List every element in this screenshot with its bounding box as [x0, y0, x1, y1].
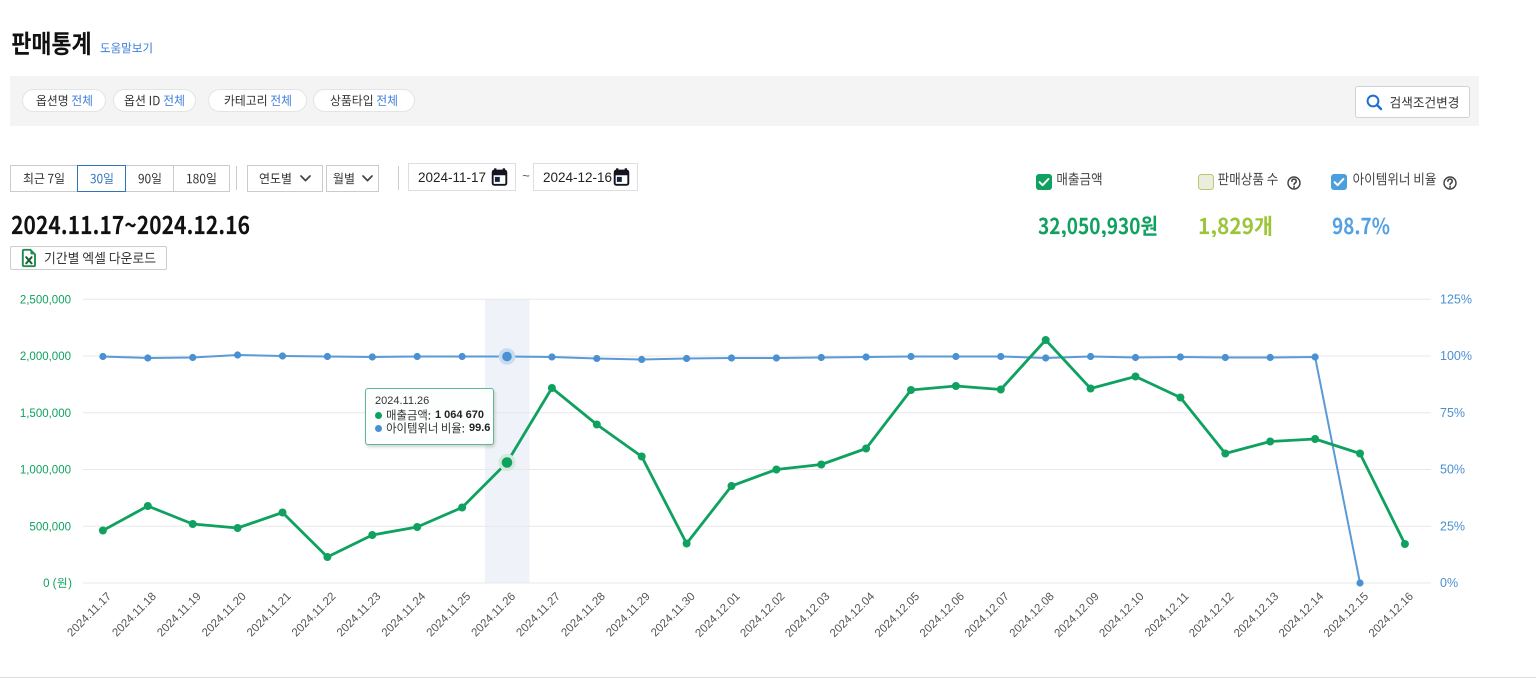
svg-text:2024.11.29: 2024.11.29 [604, 591, 653, 640]
svg-text:2024.11.26: 2024.11.26 [470, 591, 519, 640]
svg-text:500,000: 500,000 [29, 521, 71, 533]
svg-text:0 (: 0 ( [43, 578, 57, 590]
svg-text:1,500,000: 1,500,000 [20, 408, 71, 420]
svg-text:2024.12.15: 2024.12.15 [1322, 591, 1371, 640]
svg-text:2024.12.16: 2024.12.16 [1367, 591, 1416, 640]
svg-text:2024.12.13: 2024.12.13 [1232, 591, 1281, 640]
svg-text:2024.12.07: 2024.12.07 [963, 591, 1012, 640]
svg-text:2024.11.25: 2024.11.25 [425, 591, 474, 640]
svg-text:2024.12.11: 2024.12.11 [1143, 591, 1192, 640]
svg-text:2024.11.22: 2024.11.22 [290, 591, 339, 640]
svg-text:2024.11.28: 2024.11.28 [559, 591, 608, 640]
svg-text:0%: 0% [1440, 576, 1458, 590]
svg-text:2024.12.02: 2024.12.02 [738, 591, 787, 640]
svg-text:2024.11.17: 2024.11.17 [65, 591, 114, 640]
svg-text:125%: 125% [1440, 292, 1472, 306]
svg-text:2,000,000: 2,000,000 [20, 351, 71, 363]
svg-text:2024.11.30: 2024.11.30 [649, 591, 698, 640]
svg-text:2,500,000: 2,500,000 [20, 294, 71, 306]
svg-text:1,000,000: 1,000,000 [20, 465, 71, 477]
svg-text:100%: 100% [1440, 349, 1472, 363]
svg-text:2024.12.06: 2024.12.06 [918, 591, 967, 640]
svg-text:2024.12.05: 2024.12.05 [873, 591, 922, 640]
svg-text:2024.11.20: 2024.11.20 [200, 591, 249, 640]
svg-text:2024.12.14: 2024.12.14 [1277, 590, 1327, 640]
svg-text:2024.11.18: 2024.11.18 [110, 591, 159, 640]
svg-text:2024.11.24: 2024.11.24 [380, 590, 429, 639]
svg-text:2024.12.03: 2024.12.03 [783, 591, 832, 640]
svg-text:2024.12.04: 2024.12.04 [828, 590, 878, 640]
svg-text:2024.12.09: 2024.12.09 [1053, 591, 1102, 640]
svg-text:25%: 25% [1440, 519, 1465, 533]
svg-text:2024.12.10: 2024.12.10 [1097, 591, 1146, 640]
svg-text:2024.11.23: 2024.11.23 [335, 591, 384, 640]
svg-text:2024.11.21: 2024.11.21 [245, 591, 294, 640]
svg-text:2024.11.27: 2024.11.27 [514, 591, 563, 640]
svg-text:50%: 50% [1440, 463, 1465, 477]
svg-text:2024.12.01: 2024.12.01 [693, 591, 742, 640]
svg-text:75%: 75% [1440, 406, 1465, 420]
svg-text:2024.11.19: 2024.11.19 [155, 591, 204, 640]
svg-text:2024.12.08: 2024.12.08 [1008, 591, 1057, 640]
svg-text:2024.12.12: 2024.12.12 [1187, 591, 1236, 640]
svg-text:): ) [68, 578, 72, 590]
